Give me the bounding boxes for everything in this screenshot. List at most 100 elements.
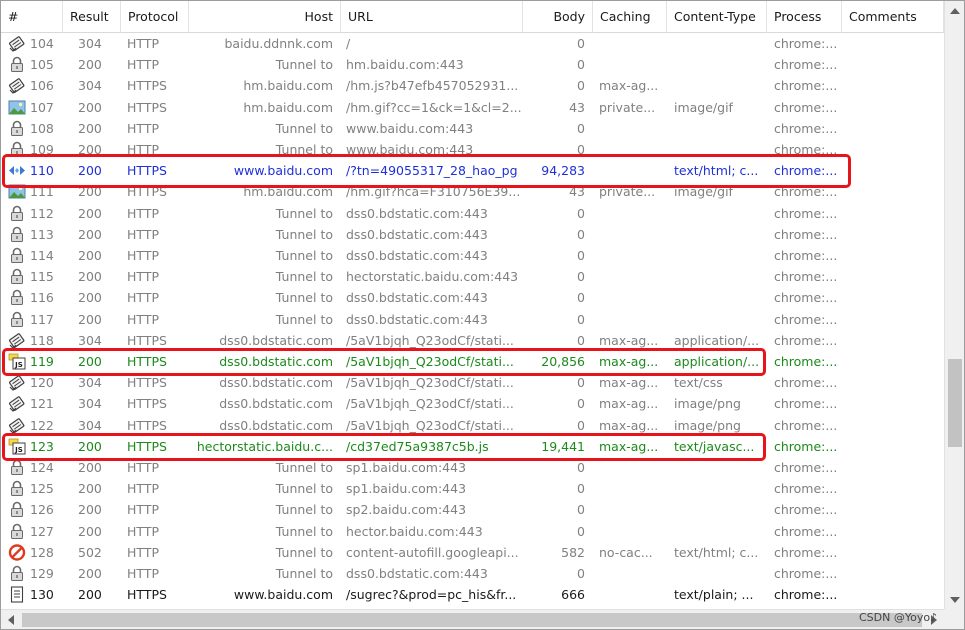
session-process: chrome:...: [774, 36, 838, 51]
session-caching: [593, 309, 667, 330]
session-row-128[interactable]: 128 502 HTTP Tunnel to content-autofill.goog…: [1, 542, 944, 563]
column-header-body[interactable]: Body: [523, 1, 593, 33]
error-icon: [8, 544, 26, 561]
session-result: 200: [78, 311, 102, 327]
session-content-type: text/plain; ...: [674, 587, 754, 603]
session-number: 104: [30, 36, 54, 51]
session-caching: max-ag...: [599, 375, 659, 391]
session-number: 114: [30, 248, 54, 263]
session-row-108[interactable]: 108 200 HTTP Tunnel to www.baidu.com:443 0 chr…: [1, 118, 944, 139]
session-row-111[interactable]: 111 200 HTTPS hm.baidu.com/hm.gif?hca=F3107…: [1, 181, 944, 202]
session-url: dss0.bdstatic.com:443: [346, 290, 488, 306]
session-host: hm.baidu.com: [243, 78, 333, 94]
session-row-126[interactable]: 126 200 HTTP Tunnel to sp2.baidu.com:443 0 chr…: [1, 499, 944, 520]
session-body: 0: [577, 248, 585, 263]
cached-response-icon: [8, 77, 26, 95]
session-row-121[interactable]: 121 304 HTTPS dss0.bdstatic.com/5aV1bjqh_Q2…: [1, 393, 944, 414]
horizontal-scrollbar[interactable]: [1, 609, 944, 629]
session-content-type: [667, 118, 767, 139]
session-row-113[interactable]: 113 200 HTTP Tunnel to dss0.bdstatic.com:443…: [1, 224, 944, 245]
session-host: www.baidu.com: [233, 587, 333, 603]
session-protocol: HTTP: [127, 205, 159, 221]
session-caching: max-ag...: [599, 78, 659, 94]
horizontal-scroll-thumb[interactable]: [22, 613, 922, 627]
session-row-125[interactable]: 125 200 HTTP Tunnel to sp1.baidu.com:443 0 chr…: [1, 478, 944, 499]
vertical-scroll-thumb[interactable]: [948, 359, 962, 447]
column-header-host[interactable]: Host: [189, 1, 341, 33]
column-header-protocol[interactable]: Protocol: [121, 1, 189, 33]
column-header-process[interactable]: Process: [767, 1, 842, 33]
session-url: www.baidu.com:443: [346, 120, 474, 136]
session-body: 0: [577, 226, 585, 242]
session-row-116[interactable]: 116 200 HTTP Tunnel to dss0.bdstatic.com:443…: [1, 287, 944, 308]
lock-icon: [8, 141, 26, 158]
scroll-left-icon[interactable]: [8, 615, 14, 625]
session-body: 666: [561, 587, 585, 603]
session-row-107[interactable]: 107 200 HTTPS hm.baidu.com/hm.gif?cc=1&ck=1…: [1, 97, 944, 118]
session-row-114[interactable]: 114 200 HTTP Tunnel to dss0.bdstatic.com:443…: [1, 245, 944, 266]
session-host: Tunnel to: [275, 226, 333, 242]
session-process: chrome:...: [774, 120, 838, 136]
session-process: chrome:...: [774, 269, 838, 285]
session-content-type: [667, 287, 767, 308]
session-row-130[interactable]: 130 200 HTTPS www.baidu.com/sugrec?&prod=pc…: [1, 584, 944, 605]
session-url: /hm.gif?cc=1&ck=1&cl=2...: [346, 99, 522, 115]
session-url: dss0.bdstatic.com:443: [346, 248, 488, 263]
session-row-104[interactable]: 104 304 HTTP baidu.ddnnk.com / 0 chrome:...: [1, 33, 944, 54]
session-host: Tunnel to: [275, 481, 333, 497]
column-header-result[interactable]: Result: [63, 1, 121, 33]
session-caching: [593, 266, 667, 287]
session-row-105[interactable]: 105 200 HTTP Tunnel to hm.baidu.com:443 0 chro…: [1, 54, 944, 75]
session-row-117[interactable]: 117 200 HTTP Tunnel to dss0.bdstatic.com:443…: [1, 309, 944, 330]
scroll-down-icon[interactable]: [950, 597, 960, 603]
column-header-num[interactable]: #: [1, 1, 63, 33]
session-protocol: HTTP: [127, 142, 159, 157]
session-process: chrome:...: [774, 184, 838, 200]
session-row-120[interactable]: 120 304 HTTPS dss0.bdstatic.com/5aV1bjqh_Q2…: [1, 372, 944, 393]
session-number: 109: [30, 142, 54, 157]
scroll-up-icon[interactable]: [950, 8, 960, 14]
session-protocol: HTTPS: [127, 417, 167, 433]
session-protocol: HTTPS: [127, 354, 167, 369]
session-content-type: image/gif: [674, 99, 733, 115]
column-header-row: # Result Protocol Host URL Body Caching …: [1, 1, 944, 33]
image-icon: [8, 183, 26, 200]
session-caching: [593, 203, 667, 224]
session-row-118[interactable]: 118 304 HTTPS dss0.bdstatic.com/5aV1bjqh_Q2…: [1, 330, 944, 351]
session-url: dss0.bdstatic.com:443: [346, 205, 488, 221]
session-body: 0: [577, 481, 585, 497]
session-host: dss0.bdstatic.com: [219, 354, 333, 369]
session-row-122[interactable]: 122 304 HTTPS dss0.bdstatic.com/5aV1bjqh_Q2…: [1, 415, 944, 436]
session-row-124[interactable]: 124 200 HTTP Tunnel to sp1.baidu.com:443 0 chr…: [1, 457, 944, 478]
column-header-url[interactable]: URL: [341, 1, 523, 33]
session-protocol: HTTPS: [127, 99, 167, 115]
column-header-comments[interactable]: Comments: [842, 1, 944, 33]
lock-icon: [8, 120, 26, 137]
session-row-109[interactable]: 109 200 HTTP Tunnel to www.baidu.com:443 0 chr…: [1, 139, 944, 160]
session-row-127[interactable]: 127 200 HTTP Tunnel to hector.baidu.com:443 0…: [1, 521, 944, 542]
vertical-scrollbar[interactable]: [944, 1, 964, 609]
session-body: 94,283: [541, 163, 585, 179]
session-result: 200: [78, 502, 102, 518]
session-process: chrome:...: [774, 332, 838, 348]
column-header-caching[interactable]: Caching: [593, 1, 667, 33]
session-url: sp2.baidu.com:443: [346, 502, 467, 518]
session-caching: max-ag...: [599, 332, 659, 348]
session-row-115[interactable]: 115 200 HTTP Tunnel to hectorstatic.baidu.co…: [1, 266, 944, 287]
session-body: 0: [577, 523, 585, 539]
session-row-112[interactable]: 112 200 HTTP Tunnel to dss0.bdstatic.com:443…: [1, 203, 944, 224]
column-header-content-type[interactable]: Content-Type: [667, 1, 767, 33]
session-row-106[interactable]: 106 304 HTTPS hm.baidu.com/hm.js?b47efb4570…: [1, 75, 944, 96]
session-row-110[interactable]: 110 200 HTTPS www.baidu.com /?tn=49055317_28…: [1, 160, 944, 181]
session-content-type: [667, 266, 767, 287]
session-row-129[interactable]: 129 200 HTTP Tunnel to dss0.bdstatic.com:443…: [1, 563, 944, 584]
session-content-type: [667, 54, 767, 75]
session-row-123[interactable]: JS 123 200 HTTPS hectorstatic.baidu.c... /cd3…: [1, 436, 944, 457]
session-host: hm.baidu.com: [243, 184, 333, 200]
session-process: chrome:...: [774, 290, 838, 306]
session-body: 0: [577, 502, 585, 518]
session-row-119[interactable]: JS 119 200 HTTPS dss0.bdstatic.com/5aV1bjqh_…: [1, 351, 944, 372]
session-url: /hm.js?b47efb457052931...: [346, 78, 519, 94]
session-result: 200: [78, 290, 102, 306]
session-protocol: HTTP: [127, 57, 159, 73]
